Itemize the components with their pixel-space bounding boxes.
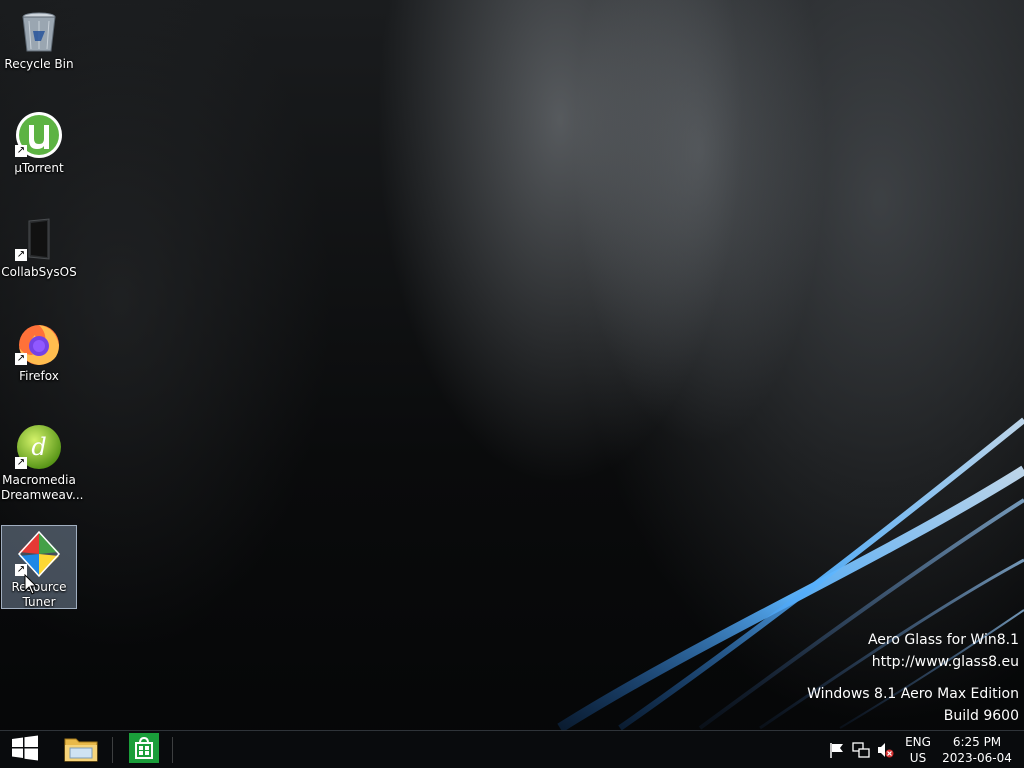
desktop-watermark: Aero Glass for Win8.1 http://www.glass8.… (807, 630, 1019, 727)
watermark-edition: Windows 8.1 Aero Max Edition (807, 686, 1019, 702)
start-button[interactable] (2, 731, 48, 768)
desktop-icon-label: Recycle Bin (4, 57, 74, 71)
volume-muted-icon[interactable] (876, 741, 894, 759)
clock-time: 6:25 PM (952, 735, 1002, 749)
shortcut-arrow-icon: ↗ (15, 249, 27, 261)
watermark-build: Build 9600 (943, 707, 1019, 724)
desktop-icon-recycle-bin[interactable]: Recycle Bin (1, 2, 77, 73)
taskbar-separator (112, 737, 113, 763)
action-center-flag-icon[interactable] (828, 741, 846, 759)
shortcut-arrow-icon: ↗ (15, 457, 27, 469)
resource-tuner-icon: ↗ (15, 530, 63, 578)
language-code: ENG (905, 735, 931, 749)
collabsysos-icon: ↗ (15, 215, 63, 263)
desktop-icon-firefox[interactable]: ↗ Firefox (1, 314, 77, 385)
desktop-icon-resource-tuner[interactable]: ↗ Resource Tuner (1, 525, 77, 609)
taskbar: ENG US 6:25 PM 2023-06-04 (0, 730, 1024, 768)
clock[interactable]: 6:25 PM 2023-06-04 (940, 734, 1014, 766)
folder-icon (64, 733, 98, 767)
mouse-cursor-icon (24, 573, 38, 600)
file-explorer-button[interactable] (58, 731, 104, 768)
dreamweaver-icon: d ↗ (15, 423, 63, 471)
input-language-indicator[interactable]: ENG US (900, 734, 936, 766)
svg-text:d: d (31, 433, 46, 461)
desktop-icon-collabsysos[interactable]: ↗ CollabSysOS (1, 210, 77, 281)
clock-date: 2023-06-04 (942, 751, 1012, 765)
windows-logo-icon (12, 735, 38, 765)
desktop-icon-label: Macromedia Dreamweav... (1, 473, 84, 502)
watermark-url: http://www.glass8.eu (871, 653, 1019, 670)
desktop-icon-label: Firefox (19, 369, 59, 383)
watermark-line: Aero Glass for Win8.1 (867, 632, 1019, 648)
firefox-icon: ↗ (15, 319, 63, 367)
store-icon (129, 733, 159, 767)
network-icon[interactable] (852, 741, 870, 759)
utorrent-icon: ↗ (15, 111, 63, 159)
desktop-icon-dreamweaver[interactable]: d ↗ Macromedia Dreamweav... (1, 418, 84, 504)
desktop-icon-utorrent[interactable]: ↗ µTorrent (1, 106, 77, 177)
language-region: US (909, 751, 927, 765)
store-button[interactable] (121, 731, 167, 768)
taskbar-separator (172, 737, 173, 763)
desktop-icon-label: CollabSysOS (1, 265, 77, 279)
shortcut-arrow-icon: ↗ (15, 145, 27, 157)
desktop-icon-label: Resource Tuner (11, 580, 67, 609)
shortcut-arrow-icon: ↗ (15, 353, 27, 365)
desktop-icon-label: µTorrent (14, 161, 64, 175)
recycle-bin-icon (15, 7, 63, 55)
